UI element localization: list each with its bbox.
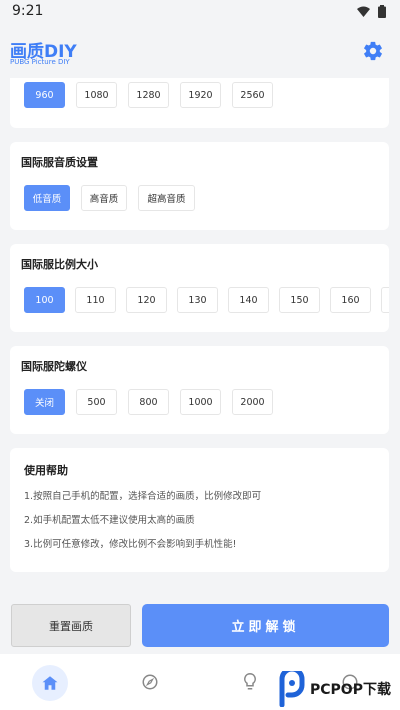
lightbulb-icon [244, 672, 256, 690]
tab-discover[interactable] [134, 666, 166, 698]
resolution-options: 960 1080 1280 1920 2560 [24, 82, 273, 108]
resolution-option[interactable]: 1920 [180, 82, 221, 108]
gear-icon [364, 41, 382, 61]
pcpop-logo-icon [279, 670, 305, 707]
tab-home[interactable] [32, 665, 68, 701]
help-card: 使用帮助 1.按照自己手机的配置，选择合适的画质，比例修改即可 2.如手机配置太… [10, 448, 389, 572]
status-bar: 9:21 [0, 0, 400, 26]
help-line: 2.如手机配置太低不建议使用太高的画质 [24, 515, 195, 526]
ratio-option[interactable]: 120 [126, 287, 167, 313]
reset-quality-button[interactable]: 重置画质 [11, 604, 131, 647]
wifi-icon [357, 6, 370, 17]
ratio-option[interactable]: 100 [24, 287, 65, 313]
help-title: 使用帮助 [24, 464, 68, 477]
tab-ideas[interactable] [234, 666, 266, 698]
app-header: 画质DIY PUBG Picture DIY [0, 26, 400, 78]
gyro-option[interactable]: 2000 [232, 389, 273, 415]
help-line: 1.按照自己手机的配置，选择合适的画质，比例修改即可 [24, 491, 262, 502]
gyro-option[interactable]: 800 [128, 389, 169, 415]
action-bar: 重置画质 立即解锁 [0, 596, 400, 654]
help-line: 3.比例可任意修改，修改比例不会影响到手机性能! [24, 539, 237, 550]
compass-icon [142, 674, 158, 690]
ratio-option[interactable]: 130 [177, 287, 218, 313]
unlock-button[interactable]: 立即解锁 [142, 604, 389, 647]
resolution-option[interactable]: 1080 [76, 82, 117, 108]
audio-card: 国际服音质设置 低音质 高音质 超高音质 [10, 142, 389, 230]
ratio-option[interactable]: 140 [228, 287, 269, 313]
ratio-option[interactable]: 110 [75, 287, 116, 313]
audio-option[interactable]: 超高音质 [138, 185, 195, 211]
gyro-card: 国际服陀螺仪 关闭 500 800 1000 2000 [10, 346, 389, 434]
ratio-option[interactable]: 150 [279, 287, 320, 313]
watermark: PCPOP下载 [276, 667, 400, 710]
resolution-option[interactable]: 1280 [128, 82, 169, 108]
audio-option[interactable]: 低音质 [24, 185, 70, 211]
card-title: 国际服比例大小 [21, 258, 98, 271]
card-title: 国际服音质设置 [21, 156, 98, 169]
ratio-option[interactable]: 160 [330, 287, 371, 313]
card-title: 国际服陀螺仪 [21, 360, 87, 373]
audio-option[interactable]: 高音质 [81, 185, 127, 211]
settings-button[interactable] [360, 38, 386, 64]
gyro-options: 关闭 500 800 1000 2000 [24, 389, 273, 415]
app-subtitle: PUBG Picture DIY [10, 58, 70, 66]
ratio-option-partial[interactable] [381, 287, 389, 313]
status-icons [357, 5, 386, 18]
battery-icon [378, 5, 386, 18]
gyro-option[interactable]: 500 [76, 389, 117, 415]
ratio-options: 100 110 120 130 140 150 160 [24, 287, 389, 313]
resolution-option[interactable]: 960 [24, 82, 65, 108]
audio-options: 低音质 高音质 超高音质 [24, 185, 195, 211]
ratio-card: 国际服比例大小 100 110 120 130 140 150 160 [10, 244, 389, 332]
home-icon [42, 676, 58, 690]
resolution-option[interactable]: 2560 [232, 82, 273, 108]
watermark-text: PCPOP下载 [310, 681, 391, 698]
gyro-option[interactable]: 关闭 [24, 389, 65, 415]
gyro-option[interactable]: 1000 [180, 389, 221, 415]
status-time: 9:21 [12, 3, 44, 19]
